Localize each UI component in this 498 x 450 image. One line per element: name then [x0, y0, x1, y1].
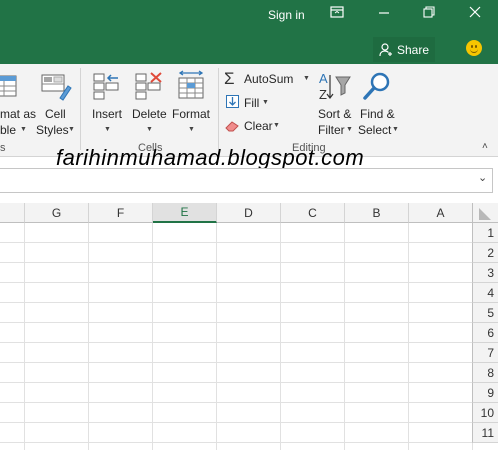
chevron-down-icon: ▼: [303, 75, 310, 82]
chevron-down-icon: ▼: [146, 126, 153, 133]
insert-cells-icon: [92, 72, 122, 107]
grid-column-line: [88, 223, 89, 450]
grid-column-line: [24, 223, 25, 450]
grid-row-line: [0, 362, 472, 363]
chevron-down-icon: ▼: [392, 126, 399, 133]
person-add-icon: [379, 42, 392, 56]
column-header-clipped[interactable]: [0, 203, 25, 223]
sort-filter-icon: AZ: [318, 71, 352, 108]
row-header-5[interactable]: 5: [472, 303, 498, 323]
format-as-table-label[interactable]: mat as: [0, 107, 36, 121]
column-header-b[interactable]: B: [345, 203, 409, 223]
fill-button[interactable]: Fill: [244, 96, 259, 110]
cell-styles-label[interactable]: Cell: [45, 107, 66, 121]
clear-button[interactable]: Clear: [244, 119, 273, 133]
chevron-down-icon: ▼: [273, 122, 280, 129]
group-separator: [218, 68, 219, 150]
worksheet-grid[interactable]: [0, 203, 498, 450]
row-header-6[interactable]: 6: [472, 323, 498, 343]
grid-column-line: [152, 223, 153, 450]
ribbon-display-icon[interactable]: [327, 6, 347, 21]
restore-icon[interactable]: [419, 6, 439, 21]
grid-row-line: [0, 282, 472, 283]
format-button[interactable]: Format: [172, 107, 210, 121]
format-as-table-label-2[interactable]: ble: [0, 123, 16, 137]
find-select-label-2[interactable]: Select: [358, 123, 391, 137]
cell-styles-icon: [40, 72, 72, 107]
eraser-icon: [225, 119, 240, 137]
delete-cells-icon: [134, 72, 164, 107]
column-header-d[interactable]: D: [217, 203, 281, 223]
row-header-10[interactable]: 10: [472, 403, 498, 423]
chevron-down-icon: ▼: [20, 126, 27, 133]
grid-row-line: [0, 302, 472, 303]
formula-bar[interactable]: [0, 168, 493, 193]
row-header-11[interactable]: 11: [472, 423, 498, 443]
column-header-e[interactable]: E: [153, 203, 217, 223]
expand-formula-bar-icon[interactable]: ⌄: [478, 171, 487, 184]
styles-group-label: s: [0, 142, 6, 154]
grid-column-line: [344, 223, 345, 450]
row-header-4[interactable]: 4: [472, 283, 498, 303]
row-header-3[interactable]: 3: [472, 263, 498, 283]
grid-row-line: [0, 422, 472, 423]
grid-column-line: [280, 223, 281, 450]
chevron-down-icon: ▼: [68, 126, 75, 133]
column-header-a[interactable]: A: [409, 203, 473, 223]
close-icon[interactable]: [465, 6, 485, 21]
grid-column-line: [216, 223, 217, 450]
chevron-down-icon: ▼: [188, 126, 195, 133]
grid-row-line: [0, 322, 472, 323]
sort-filter-label[interactable]: Sort &: [318, 107, 351, 121]
autosum-icon: Σ: [224, 69, 235, 88]
share-label: Share: [396, 42, 430, 57]
row-header-7[interactable]: 7: [472, 343, 498, 363]
column-header-c[interactable]: C: [281, 203, 345, 223]
column-header-g[interactable]: G: [25, 203, 89, 223]
grid-row-line: [0, 262, 472, 263]
svg-text:A: A: [319, 71, 328, 86]
chevron-down-icon: ▼: [262, 99, 269, 106]
share-button[interactable]: Share: [373, 37, 435, 62]
autosum-button[interactable]: AutoSum: [244, 72, 293, 86]
collapse-ribbon-icon[interactable]: ˄: [482, 141, 488, 152]
format-as-table-icon: [0, 72, 20, 107]
cell-styles-label-2[interactable]: Styles: [36, 123, 69, 137]
row-header-8[interactable]: 8: [472, 363, 498, 383]
svg-text:Z: Z: [319, 87, 327, 102]
row-header-2[interactable]: 2: [472, 243, 498, 263]
delete-button[interactable]: Delete: [132, 107, 167, 121]
insert-button[interactable]: Insert: [92, 107, 122, 121]
find-select-label[interactable]: Find &: [360, 107, 395, 121]
minimize-icon[interactable]: [374, 6, 394, 21]
row-header-9[interactable]: 9: [472, 383, 498, 403]
grid-row-line: [0, 382, 472, 383]
row-header-1[interactable]: 1: [472, 223, 498, 243]
sort-filter-label-2[interactable]: Filter: [318, 123, 345, 137]
grid-row-line: [0, 442, 472, 443]
column-header-f[interactable]: F: [89, 203, 153, 223]
grid-column-line: [408, 223, 409, 450]
select-all-corner[interactable]: [472, 203, 498, 223]
format-cells-icon: [176, 70, 206, 107]
chevron-down-icon: ▼: [104, 126, 111, 133]
smiley-icon[interactable]: [466, 40, 482, 56]
grid-row-line: [0, 242, 472, 243]
grid-row-line: [0, 342, 472, 343]
fill-down-icon: [226, 95, 239, 113]
find-select-icon: [362, 71, 392, 108]
chevron-down-icon: ▼: [346, 126, 353, 133]
grid-row-line: [0, 402, 472, 403]
group-separator: [80, 68, 81, 150]
sign-in-link[interactable]: Sign in: [268, 8, 305, 22]
